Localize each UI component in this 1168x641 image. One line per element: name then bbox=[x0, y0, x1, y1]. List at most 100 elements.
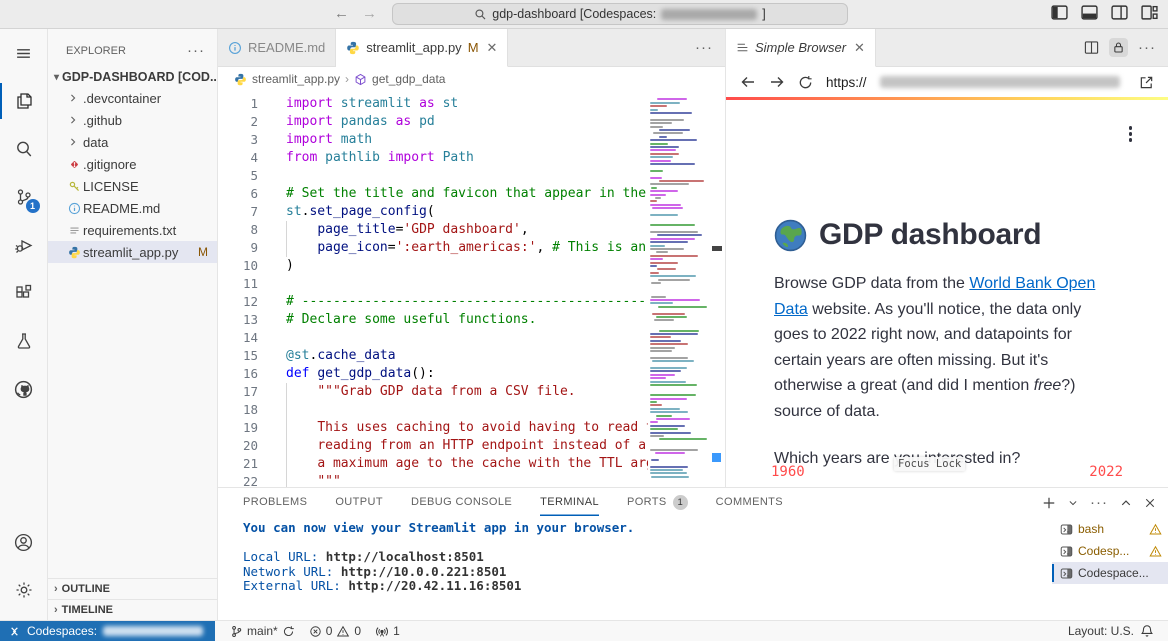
terminal-line: External URL: http://20.42.11.16:8501 bbox=[243, 579, 634, 594]
panel-tab-terminal[interactable]: TERMINAL bbox=[540, 488, 599, 516]
browser-more-actions-icon[interactable]: ··· bbox=[1138, 39, 1156, 56]
overview-marker bbox=[712, 246, 722, 251]
year-slider[interactable]: 1960 2022 bbox=[771, 464, 1123, 480]
editor-tabbar: README.md streamlit_app.py M ✕ ··· bbox=[218, 29, 725, 67]
license-icon bbox=[68, 180, 78, 193]
terminal-instance-bash[interactable]: bash bbox=[1052, 518, 1168, 540]
indent-guide bbox=[286, 437, 287, 455]
layout-indicator[interactable]: Layout: U.S. bbox=[1068, 624, 1134, 638]
minimap[interactable] bbox=[648, 91, 710, 487]
remote-icon bbox=[8, 625, 21, 638]
reload-icon[interactable] bbox=[798, 75, 813, 90]
explorer-more-actions-icon[interactable]: ··· bbox=[187, 42, 205, 59]
warning-icon bbox=[1149, 545, 1162, 558]
settings-gear-icon[interactable] bbox=[0, 566, 48, 614]
chevron-right-icon bbox=[68, 115, 78, 125]
panel-tab-ports[interactable]: PORTS 1 bbox=[627, 488, 688, 516]
terminal-label: bash bbox=[1078, 522, 1104, 536]
close-icon[interactable]: ✕ bbox=[487, 40, 498, 56]
streamlit-menu-icon[interactable] bbox=[1129, 126, 1133, 142]
breadcrumb-file[interactable]: streamlit_app.py bbox=[252, 72, 340, 86]
line-number: 1 bbox=[218, 95, 274, 113]
timeline-section[interactable]: › TIMELINE bbox=[48, 599, 217, 620]
terminal-instance-codesp-[interactable]: Codesp... bbox=[1052, 540, 1168, 562]
breadcrumb[interactable]: streamlit_app.py › get_gdp_data bbox=[218, 67, 725, 91]
terminal-dropdown-icon[interactable] bbox=[1068, 498, 1078, 508]
explorer-item-license[interactable]: LICENSE bbox=[48, 175, 217, 197]
open-external-icon[interactable] bbox=[1139, 75, 1154, 90]
explorer-item--gitignore[interactable]: .gitignore bbox=[48, 153, 217, 175]
explorer-item-streamlit-app-py[interactable]: streamlit_app.pyM bbox=[48, 241, 217, 263]
problems-indicator[interactable]: 0 0 bbox=[302, 624, 368, 638]
redacted-codespace-name bbox=[661, 9, 757, 20]
explorer-title: EXPLORER bbox=[66, 45, 126, 57]
panel-tab-debug-console[interactable]: DEBUG CONSOLE bbox=[411, 488, 512, 516]
modified-indicator: M bbox=[198, 245, 208, 259]
line-number: 15 bbox=[218, 347, 274, 365]
menu-icon[interactable] bbox=[0, 29, 48, 77]
browser-forward-icon[interactable] bbox=[769, 75, 785, 89]
breadcrumb-symbol[interactable]: get_gdp_data bbox=[372, 72, 445, 86]
toggle-secondary-sidebar-icon[interactable] bbox=[1111, 5, 1128, 20]
source-control-icon[interactable]: 1 bbox=[0, 173, 48, 221]
warning-icon bbox=[1149, 523, 1162, 536]
run-and-debug-icon[interactable] bbox=[0, 221, 48, 269]
panel-tab-comments[interactable]: COMMENTS bbox=[716, 488, 783, 516]
ports-badge: 1 bbox=[673, 495, 688, 510]
remote-indicator[interactable]: Codespaces: bbox=[0, 621, 215, 641]
branch-indicator[interactable]: main* bbox=[223, 624, 302, 638]
history-forward-icon[interactable]: → bbox=[362, 5, 377, 22]
history-back-icon[interactable]: ← bbox=[334, 5, 349, 22]
terminal-instance-list: bash Codesp...Codespace... bbox=[1052, 518, 1168, 584]
tab-streamlit-app[interactable]: streamlit_app.py M ✕ bbox=[336, 29, 508, 67]
search-text: gdp-dashboard [Codespaces: bbox=[492, 7, 656, 21]
panel-tab-problems[interactable]: PROBLEMS bbox=[243, 488, 307, 516]
explorer-item--devcontainer[interactable]: .devcontainer bbox=[48, 87, 217, 109]
panel-tab-label: PORTS bbox=[627, 496, 667, 508]
maximize-panel-icon[interactable] bbox=[1120, 497, 1132, 509]
browser-tabbar: Simple Browser ✕ ··· bbox=[726, 29, 1168, 67]
account-icon[interactable] bbox=[0, 518, 48, 566]
explorer-root-folder[interactable]: ▾ GDP-DASHBOARD [COD... bbox=[48, 67, 217, 87]
ports-indicator[interactable]: 1 bbox=[368, 624, 407, 638]
outline-section[interactable]: › OUTLINE bbox=[48, 578, 217, 599]
github-icon[interactable] bbox=[0, 365, 48, 413]
split-editor-icon[interactable] bbox=[1084, 40, 1099, 55]
explorer-item-requirements-txt[interactable]: requirements.txt bbox=[48, 219, 217, 241]
tab-readme[interactable]: README.md bbox=[218, 29, 336, 66]
testing-icon[interactable] bbox=[0, 317, 48, 365]
indent-guide bbox=[286, 239, 287, 257]
new-terminal-icon[interactable] bbox=[1042, 496, 1056, 510]
browser-back-icon[interactable] bbox=[740, 75, 756, 89]
line-number: 2 bbox=[218, 113, 274, 131]
url-scheme[interactable]: https:// bbox=[826, 75, 867, 90]
explorer-icon[interactable] bbox=[0, 77, 48, 125]
info-icon bbox=[68, 202, 78, 215]
extensions-icon[interactable] bbox=[0, 269, 48, 317]
editor-more-actions-icon[interactable]: ··· bbox=[695, 39, 713, 56]
panel-more-actions-icon[interactable]: ··· bbox=[1090, 494, 1108, 511]
line-number: 20 bbox=[218, 437, 274, 455]
bell-icon[interactable] bbox=[1140, 624, 1154, 638]
line-number: 13 bbox=[218, 311, 274, 329]
toggle-primary-sidebar-icon[interactable] bbox=[1051, 5, 1068, 20]
search-view-icon[interactable] bbox=[0, 125, 48, 173]
terminal-output[interactable]: You can now view your Streamlit app in y… bbox=[243, 521, 634, 594]
customize-layout-icon[interactable] bbox=[1141, 5, 1158, 20]
globe-emoji bbox=[774, 219, 807, 252]
explorer-item-readme-md[interactable]: README.md bbox=[48, 197, 217, 219]
explorer-item-data[interactable]: data bbox=[48, 131, 217, 153]
panel-tab-output[interactable]: OUTPUT bbox=[335, 488, 383, 516]
close-icon[interactable]: ✕ bbox=[854, 40, 865, 56]
panel-tabbar: PROBLEMS OUTPUT DEBUG CONSOLE TERMINAL PORTS… bbox=[218, 488, 1168, 516]
explorer-item--github[interactable]: .github bbox=[48, 109, 217, 131]
focus-lock-toggle[interactable] bbox=[1109, 38, 1128, 57]
code-editor[interactable]: 1import streamlit as st2import pandas as… bbox=[218, 91, 725, 487]
tab-simple-browser[interactable]: Simple Browser ✕ bbox=[726, 29, 876, 67]
command-center-search[interactable]: gdp-dashboard [Codespaces: ] bbox=[392, 3, 848, 25]
terminal-instance-codespace-[interactable]: Codespace... bbox=[1052, 562, 1168, 584]
toggle-panel-icon[interactable] bbox=[1081, 5, 1098, 20]
close-panel-icon[interactable] bbox=[1144, 497, 1156, 509]
simple-browser-panel: Simple Browser ✕ ··· https:// GDP dashbo… bbox=[725, 29, 1168, 487]
line-number: 10 bbox=[218, 257, 274, 275]
